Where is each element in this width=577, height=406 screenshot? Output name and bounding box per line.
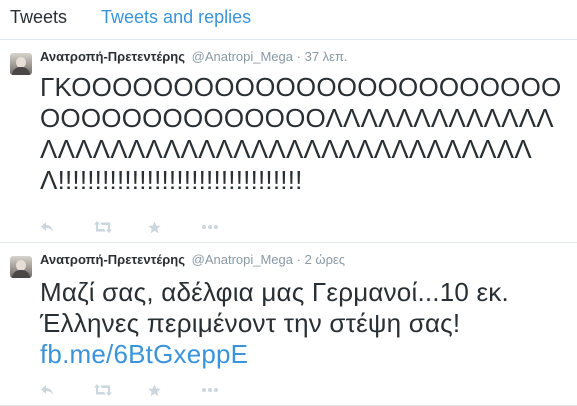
tab-tweets[interactable]: Tweets xyxy=(10,7,67,39)
tweet-timestamp[interactable]: 37 λεπ. xyxy=(305,49,348,64)
tweet-header: Ανατροπή-Πρετεντέρης @Anatropi_Mega · 37… xyxy=(40,48,567,68)
reply-button[interactable] xyxy=(40,379,94,401)
reply-button[interactable] xyxy=(40,216,94,238)
tweet-actions xyxy=(40,216,256,238)
reply-icon xyxy=(41,222,53,232)
more-button[interactable] xyxy=(202,216,256,238)
favorite-button[interactable] xyxy=(148,379,202,401)
retweet-icon xyxy=(94,384,112,396)
avatar[interactable] xyxy=(10,256,32,278)
more-button[interactable] xyxy=(202,379,256,401)
tweet[interactable]: Ανατροπή-Πρετεντέρης @Anatropi_Mega · 37… xyxy=(0,40,577,243)
more-icon xyxy=(202,225,218,229)
tweet-handle[interactable]: @Anatropi_Mega xyxy=(192,252,293,267)
tweet-actions xyxy=(40,379,256,401)
profile-tabs: Tweets Tweets and replies xyxy=(0,0,577,40)
retweet-button[interactable] xyxy=(94,379,148,401)
tweet-separator: · xyxy=(296,252,301,267)
tweet-fullname[interactable]: Ανατροπή-Πρετεντέρης xyxy=(40,49,185,64)
favorite-button[interactable] xyxy=(148,216,202,238)
tweet-fullname[interactable]: Ανατροπή-Πρετεντέρης xyxy=(40,252,185,267)
tweet[interactable]: Ανατροπή-Πρετεντέρης @Anatropi_Mega · 2 … xyxy=(0,243,577,406)
star-icon xyxy=(148,221,161,233)
tweet-text: Μαζί σας, αδέλφια μας Γερμανοί...10 εκ. … xyxy=(40,277,567,370)
retweet-button[interactable] xyxy=(94,216,148,238)
reply-icon xyxy=(41,385,53,395)
more-icon xyxy=(202,388,218,392)
star-icon xyxy=(148,384,161,396)
avatar[interactable] xyxy=(10,53,32,75)
tweet-separator: · xyxy=(296,49,301,64)
tweet-text: ΓΚΟΟΟΟΟΟΟΟΟΟΟΟΟΟΟΟΟΟΟΟΟΟΟΟΟΟΟΟΟΟΟΟΟΟΟΟΟΟ… xyxy=(40,72,562,195)
tweet-body: Μαζί σας, αδέλφια μας Γερμανοί...10 εκ. … xyxy=(40,277,509,338)
tweet-handle[interactable]: @Anatropi_Mega xyxy=(192,49,293,64)
tab-tweets-and-replies[interactable]: Tweets and replies xyxy=(101,7,251,39)
tweet-timestamp[interactable]: 2 ώρες xyxy=(305,252,345,267)
tweet-link[interactable]: fb.me/6BtGxeppE xyxy=(40,339,567,370)
retweet-icon xyxy=(94,221,112,233)
tweet-header: Ανατροπή-Πρετεντέρης @Anatropi_Mega · 2 … xyxy=(40,251,567,271)
